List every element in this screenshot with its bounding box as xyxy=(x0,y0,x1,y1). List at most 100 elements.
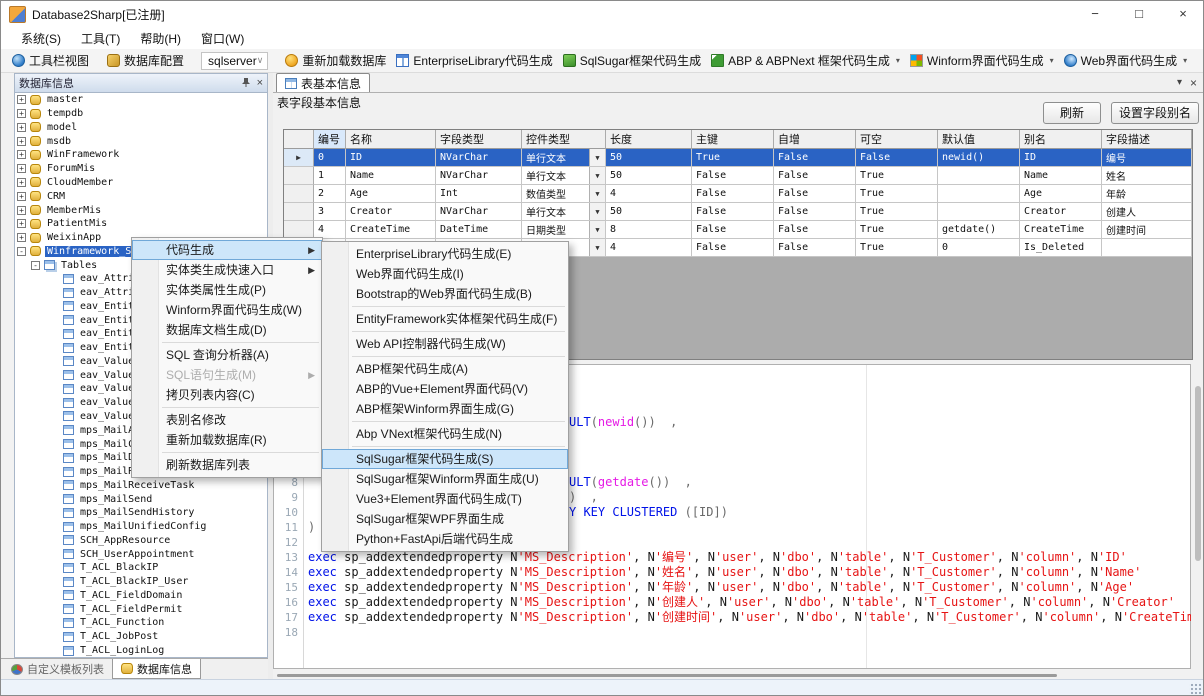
chevron-down-icon[interactable]: ▼ xyxy=(589,239,605,256)
grid-cell[interactable]: False xyxy=(692,185,774,203)
grid-cell[interactable]: False xyxy=(774,167,856,185)
expand-icon[interactable]: + xyxy=(17,233,26,242)
grid-header-控件类型[interactable]: 控件类型 xyxy=(522,130,606,149)
tree-item-mps_MailSendHistory[interactable]: mps_MailSendHistory xyxy=(15,506,267,520)
submenu-item-Web界面代码生成(I)[interactable]: Web界面代码生成(I) xyxy=(322,264,568,284)
grid-cell[interactable]: getdate() xyxy=(938,221,1020,239)
expand-icon[interactable]: + xyxy=(17,219,26,228)
grid-header-默认值[interactable]: 默认值 xyxy=(938,130,1020,149)
bottom-tab-数据库信息[interactable]: 数据库信息 xyxy=(112,659,201,679)
grid-cell[interactable]: 3 xyxy=(314,203,346,221)
chevron-down-icon[interactable]: ▼ xyxy=(589,185,605,202)
close-button[interactable]: × xyxy=(1161,2,1204,26)
tree-item-MemberMis[interactable]: +MemberMis xyxy=(15,203,267,217)
expand-icon[interactable]: + xyxy=(17,178,26,187)
grid-header-编号[interactable]: 编号 xyxy=(314,130,346,149)
submenu-item-Abp VNext框架代码生成(N)[interactable]: Abp VNext框架代码生成(N) xyxy=(322,424,568,444)
chevron-down-icon[interactable]: ▼ xyxy=(589,149,605,166)
chevron-down-icon[interactable]: ▼ xyxy=(589,221,605,238)
menu-item-3[interactable]: 窗口(W) xyxy=(191,28,254,49)
grid-cell[interactable]: False xyxy=(692,239,774,257)
context-menu-item-SQL 查询分析器(A)[interactable]: SQL 查询分析器(A) xyxy=(132,345,322,365)
grid-header-主键[interactable]: 主键 xyxy=(692,130,774,149)
grid-cell[interactable]: 50 xyxy=(606,203,692,221)
grid-cell[interactable]: False xyxy=(774,221,856,239)
tree-item-mps_MailSend[interactable]: mps_MailSend xyxy=(15,492,267,506)
submenu-item-SqlSugar框架代码生成(S)[interactable]: SqlSugar框架代码生成(S) xyxy=(322,449,568,469)
grid-cell[interactable]: 创建人 xyxy=(1102,203,1192,221)
grid-cell[interactable]: 2 xyxy=(314,185,346,203)
expand-icon[interactable]: + xyxy=(17,206,26,215)
submenu-item-ABP框架代码生成(A)[interactable]: ABP框架代码生成(A) xyxy=(322,359,568,379)
tree-item-CRM[interactable]: +CRM xyxy=(15,189,267,203)
grid-cell[interactable]: Is_Deleted xyxy=(1020,239,1102,257)
tree-item-master[interactable]: +master xyxy=(15,93,267,107)
submenu-item-SqlSugar框架WPF界面生成[interactable]: SqlSugar框架WPF界面生成 xyxy=(322,509,568,529)
grid-cell[interactable]: DateTime xyxy=(436,221,522,239)
tree-item-T_ACL_FieldDomain[interactable]: T_ACL_FieldDomain xyxy=(15,589,267,603)
grid-cell[interactable]: 4 xyxy=(606,185,692,203)
grid-row-Age[interactable]: 2AgeInt数值类型▼4FalseFalseTrueAge年龄 xyxy=(284,185,1192,203)
grid-cell[interactable]: 8 xyxy=(606,221,692,239)
grid-row-Name[interactable]: 1NameNVarChar单行文本▼50FalseFalseTrueName姓名 xyxy=(284,167,1192,185)
submenu-item-EnterpriseLibrary代码生成(E)[interactable]: EnterpriseLibrary代码生成(E) xyxy=(322,244,568,264)
grid-cell[interactable]: 创建时间 xyxy=(1102,221,1192,239)
grid-cell[interactable]: True xyxy=(856,185,938,203)
grid-cell[interactable]: Name xyxy=(1020,167,1102,185)
expand-icon[interactable]: + xyxy=(17,164,26,173)
grid-cell[interactable]: NVarChar xyxy=(436,167,522,185)
grid-cell[interactable]: 单行文本▼ xyxy=(522,149,606,167)
menu-item-0[interactable]: 系统(S) xyxy=(11,28,71,49)
grid-cell[interactable]: False xyxy=(774,239,856,257)
tree-item-msdb[interactable]: +msdb xyxy=(15,134,267,148)
refresh-button[interactable]: 刷新 xyxy=(1043,102,1101,124)
panel-close-icon[interactable]: × xyxy=(257,78,263,89)
expand-icon[interactable]: + xyxy=(17,150,26,159)
grid-header-可空[interactable]: 可空 xyxy=(856,130,938,149)
grid-cell[interactable]: False xyxy=(856,149,938,167)
grid-cell[interactable]: ID xyxy=(346,149,436,167)
submenu-item-Vue3+Element界面代码生成(T)[interactable]: Vue3+Element界面代码生成(T) xyxy=(322,489,568,509)
collapse-icon[interactable]: - xyxy=(17,247,26,256)
row-selector[interactable]: ▶ xyxy=(284,149,314,167)
grid-cell[interactable]: CreateTime xyxy=(1020,221,1102,239)
menu-item-2[interactable]: 帮助(H) xyxy=(130,28,191,49)
grid-cell[interactable]: False xyxy=(692,221,774,239)
tab-table-basic-info[interactable]: 表基本信息 xyxy=(276,73,370,92)
grid-cell[interactable]: True xyxy=(856,203,938,221)
context-menu-item-刷新数据库列表[interactable]: 刷新数据库列表 xyxy=(132,455,322,475)
grid-header-名称[interactable]: 名称 xyxy=(346,130,436,149)
resize-grip[interactable] xyxy=(1189,682,1202,695)
grid-header-自增[interactable]: 自增 xyxy=(774,130,856,149)
grid-cell[interactable]: True xyxy=(692,149,774,167)
context-menu-item-代码生成[interactable]: 代码生成▶ xyxy=(132,240,322,260)
tree-item-T_ACL_BlackIP[interactable]: T_ACL_BlackIP xyxy=(15,561,267,575)
set-field-alias-button[interactable]: 设置字段别名 xyxy=(1111,102,1199,124)
row-selector[interactable] xyxy=(284,203,314,221)
grid-cell[interactable]: Creator xyxy=(1020,203,1102,221)
toolbar-button-数据库配置[interactable]: 数据库配置 xyxy=(102,50,189,71)
submenu-item-SqlSugar框架Winform界面生成(U)[interactable]: SqlSugar框架Winform界面生成(U) xyxy=(322,469,568,489)
grid-cell[interactable]: Age xyxy=(346,185,436,203)
grid-cell[interactable]: 姓名 xyxy=(1102,167,1192,185)
context-menu-item-SQL语句生成(M)[interactable]: SQL语句生成(M)▶ xyxy=(132,365,322,385)
grid-cell[interactable]: 年龄 xyxy=(1102,185,1192,203)
context-menu-item-拷贝列表内容(C)[interactable]: 拷贝列表内容(C) xyxy=(132,385,322,405)
vertical-scroll-thumb[interactable] xyxy=(1195,386,1201,561)
grid-header-selector[interactable] xyxy=(284,130,314,149)
grid-row-CreateTime[interactable]: 4CreateTimeDateTime日期类型▼8FalseFalseTrueg… xyxy=(284,221,1192,239)
grid-cell[interactable]: CreateTime xyxy=(346,221,436,239)
toolbar-button-退出[interactable]: 退出 xyxy=(1200,50,1204,71)
grid-cell[interactable]: NVarChar xyxy=(436,149,522,167)
expand-icon[interactable]: + xyxy=(17,95,26,104)
expand-icon[interactable]: + xyxy=(17,192,26,201)
grid-cell[interactable]: 4 xyxy=(606,239,692,257)
grid-cell[interactable]: 编号 xyxy=(1102,149,1192,167)
grid-cell[interactable]: False xyxy=(774,185,856,203)
grid-cell[interactable]: 50 xyxy=(606,167,692,185)
chevron-down-icon[interactable]: ▾ xyxy=(896,56,900,65)
toolbar-button-EnterpriseLibrary代码生成[interactable]: EnterpriseLibrary代码生成 xyxy=(391,50,557,71)
grid-cell[interactable]: False xyxy=(692,167,774,185)
submenu-item-EntityFramework实体框架代码生成(F)[interactable]: EntityFramework实体框架代码生成(F) xyxy=(322,309,568,329)
context-menu-item-重新加载数据库(R)[interactable]: 重新加载数据库(R) xyxy=(132,430,322,450)
